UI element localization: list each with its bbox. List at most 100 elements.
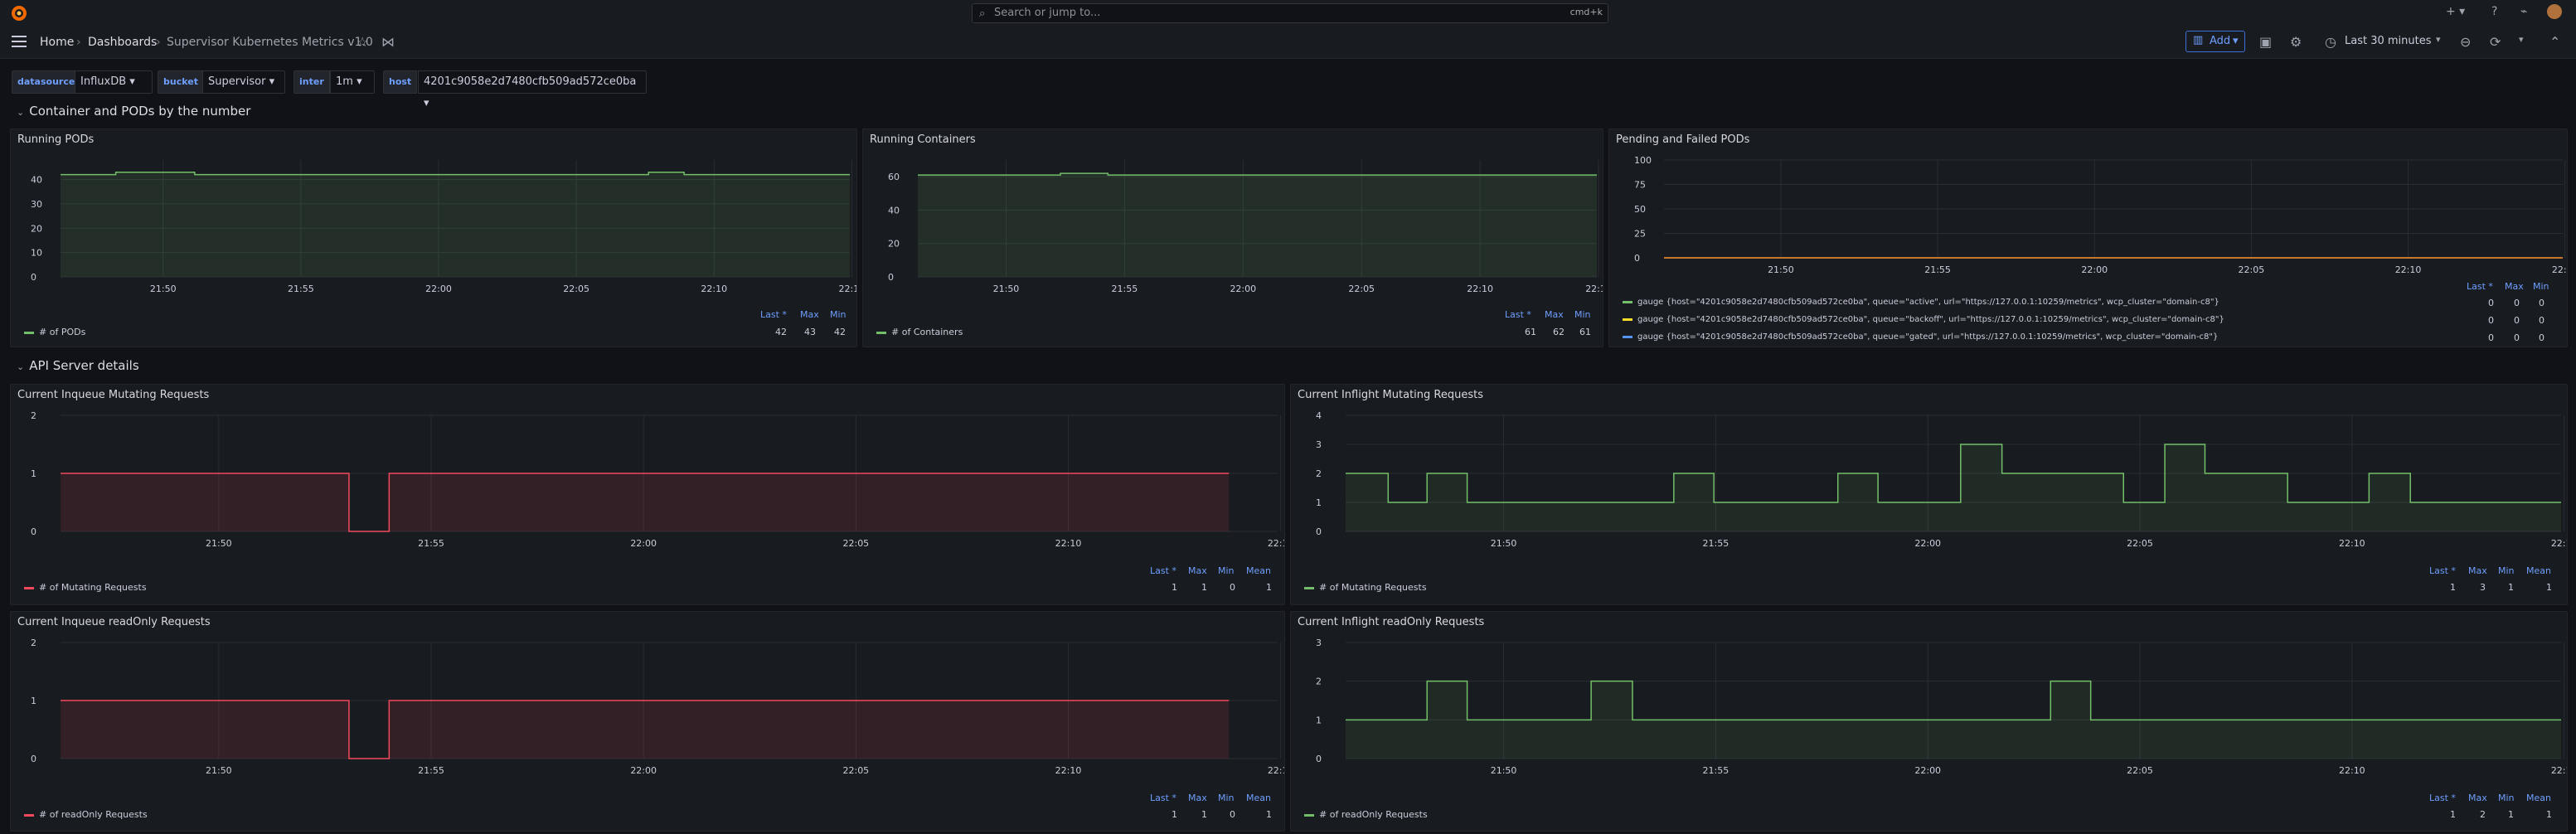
stat-header[interactable]: Max	[1188, 793, 1207, 803]
stat-header[interactable]: Last *	[2467, 281, 2493, 292]
x-tick-label: 22:05	[2127, 765, 2153, 776]
y-tick-label: 0	[31, 272, 36, 283]
search-input[interactable]: ⌕ Search or jump to... cmd+k	[972, 3, 1608, 23]
plus-icon[interactable]: + ▾	[2446, 5, 2465, 18]
stat-header[interactable]: Min	[1574, 309, 1591, 320]
x-tick-label: 22:10	[1055, 538, 1082, 549]
stat-header[interactable]: Mean	[2526, 565, 2551, 576]
legend-swatch	[1623, 335, 1632, 338]
star-icon[interactable]: ☆	[357, 34, 371, 50]
legend-item[interactable]: # of Mutating Requests	[1304, 582, 1427, 593]
collapse-icon[interactable]: ⌃	[2549, 34, 2564, 50]
x-tick-label: 22:00	[1914, 538, 1941, 549]
stat-value: 0	[2514, 332, 2520, 343]
stat-header[interactable]: Last *	[1505, 309, 1531, 320]
y-tick-label: 30	[31, 199, 42, 210]
x-tick-label: 22:15	[1268, 765, 1284, 776]
legend-item[interactable]: gauge {host="4201c9058e2d7480cfb509ad572…	[1623, 332, 2218, 343]
legend-item[interactable]: # of readOnly Requests	[1304, 809, 1428, 820]
stat-header[interactable]: Min	[2533, 281, 2549, 292]
row-header-api-server[interactable]: ⌄ API Server details	[17, 358, 139, 373]
var-select-bucket[interactable]: Supervisor ▾	[202, 70, 285, 94]
row-header-containers[interactable]: ⌄ Container and PODs by the number	[17, 104, 250, 119]
legend-item[interactable]: # of PODs	[24, 327, 85, 337]
y-tick-label: 1	[31, 468, 36, 479]
x-tick-label: 22:05	[842, 538, 869, 549]
chevron-down-icon[interactable]: ▾	[2436, 34, 2451, 49]
x-tick-label: 21:55	[418, 765, 444, 776]
stat-value: 0	[2488, 332, 2494, 343]
chart-inqueue-readonly: 0 1 2 21:50 21:55 22:00 22:05 22:10 22:15	[31, 638, 1284, 776]
avatar[interactable]	[2547, 4, 2562, 19]
legend-item[interactable]: gauge {host="4201c9058e2d7480cfb509ad572…	[1623, 298, 2219, 307]
save-icon[interactable]: ▣	[2259, 34, 2274, 50]
stat-value: 1	[2546, 809, 2552, 820]
stat-header[interactable]: Min	[2498, 793, 2515, 803]
y-tick-label: 0	[31, 526, 36, 537]
panel-inqueue-mutating[interactable]: Current Inqueue Mutating Requests 0 1 2 21:…	[10, 384, 1285, 605]
panel-inqueue-readonly[interactable]: Current Inqueue readOnly Requests 0 1 2 21:…	[10, 611, 1285, 832]
stat-header[interactable]: Max	[2468, 565, 2487, 576]
stat-header[interactable]: Max	[800, 309, 819, 320]
help-icon[interactable]: ?	[2491, 5, 2497, 18]
add-button[interactable]: ▥ Add ▾	[2185, 31, 2245, 52]
breadcrumb-dashboards[interactable]: Dashboards	[88, 36, 157, 49]
stat-header[interactable]: Last *	[1150, 565, 1176, 576]
stat-value: 0	[2514, 315, 2520, 326]
panel-running-containers[interactable]: Running Containers 0 20 40 60 21:50 21:55 22:0…	[862, 128, 1603, 347]
var-select-host[interactable]: 4201c9058e2d7480cfb509ad572ce0ba ▾	[418, 70, 647, 109]
x-tick-label: 22:00	[630, 538, 657, 549]
stat-header[interactable]: Mean	[1246, 793, 1271, 803]
legend-swatch	[1304, 813, 1314, 817]
stat-header[interactable]: Min	[830, 309, 847, 320]
stat-header[interactable]: Max	[2468, 793, 2487, 803]
var-label-datasource: datasource	[12, 70, 81, 94]
panel-inflight-mutating[interactable]: Current Inflight Mutating Requests 0 1 2 3 4…	[1290, 384, 2568, 605]
stat-header[interactable]: Last *	[1150, 793, 1176, 803]
y-tick-label: 2	[31, 638, 36, 648]
legend-item[interactable]: # of Mutating Requests	[24, 582, 147, 593]
stat-header[interactable]: Max	[2505, 281, 2524, 292]
stat-value: 1	[1266, 809, 1272, 820]
top-bar: ⌕ Search or jump to... cmd+k + ▾ ? ⌁	[0, 0, 2576, 27]
y-tick-label: 4	[1316, 410, 1322, 421]
stat-value: 1	[1201, 809, 1207, 820]
legend-item[interactable]: # of Containers	[876, 327, 963, 337]
stat-header[interactable]: Max	[1545, 309, 1564, 320]
stat-header[interactable]: Min	[1218, 565, 1235, 576]
refresh-icon[interactable]: ⟳	[2490, 34, 2505, 50]
chart-running-containers: 0 20 40 60 21:50 21:55 22:00 22:05 22:10 22:15	[888, 160, 1603, 294]
stat-header[interactable]: Last *	[2429, 565, 2456, 576]
legend-item[interactable]: # of readOnly Requests	[24, 809, 148, 820]
panel-inflight-readonly[interactable]: Current Inflight readOnly Requests 0 1 2 3 2…	[1290, 611, 2568, 832]
share-icon[interactable]: ⋈	[381, 34, 396, 50]
legend-item[interactable]: gauge {host="4201c9058e2d7480cfb509ad572…	[1623, 315, 2224, 324]
grafana-logo-icon[interactable]	[10, 4, 28, 22]
x-tick-label: 21:55	[1703, 765, 1729, 776]
stat-header[interactable]: Mean	[1246, 565, 1271, 576]
breadcrumb-home[interactable]: Home	[40, 36, 74, 49]
panel-pending-failed-pods[interactable]: Pending and Failed PODs 0 25 50 75 100 21:50 2…	[1608, 128, 2568, 347]
y-tick-label: 60	[888, 172, 900, 182]
menu-icon[interactable]	[12, 35, 27, 48]
gear-icon[interactable]: ⚙	[2290, 34, 2305, 50]
time-range-picker[interactable]: Last 30 minutes	[2345, 35, 2432, 47]
panel-running-pods[interactable]: Running PODs 0 10 20 30 40 21:50 21:55 22:00 22:…	[10, 128, 857, 347]
stat-header[interactable]: Max	[1188, 565, 1207, 576]
stat-header[interactable]: Min	[1218, 793, 1235, 803]
breadcrumb-separator: ›	[76, 36, 81, 49]
x-tick-label: 22:00	[425, 284, 452, 294]
chevron-down-icon[interactable]: ▾	[2519, 34, 2534, 49]
x-tick-label: 22:05	[563, 284, 589, 294]
stat-header[interactable]: Mean	[2526, 793, 2551, 803]
x-tick-label: 21:50	[993, 284, 1020, 294]
x-tick-label: 22:10	[2395, 264, 2422, 274]
var-select-inter[interactable]: 1m ▾	[330, 70, 375, 94]
var-select-datasource[interactable]: InfluxDB ▾	[75, 70, 153, 94]
stat-header[interactable]: Last *	[2429, 793, 2456, 803]
x-tick-label: 22:15	[839, 284, 856, 294]
rss-icon[interactable]: ⌁	[2520, 5, 2527, 18]
stat-header[interactable]: Last *	[760, 309, 787, 320]
stat-header[interactable]: Min	[2498, 565, 2515, 576]
zoom-out-icon[interactable]: ⊖	[2460, 34, 2475, 50]
